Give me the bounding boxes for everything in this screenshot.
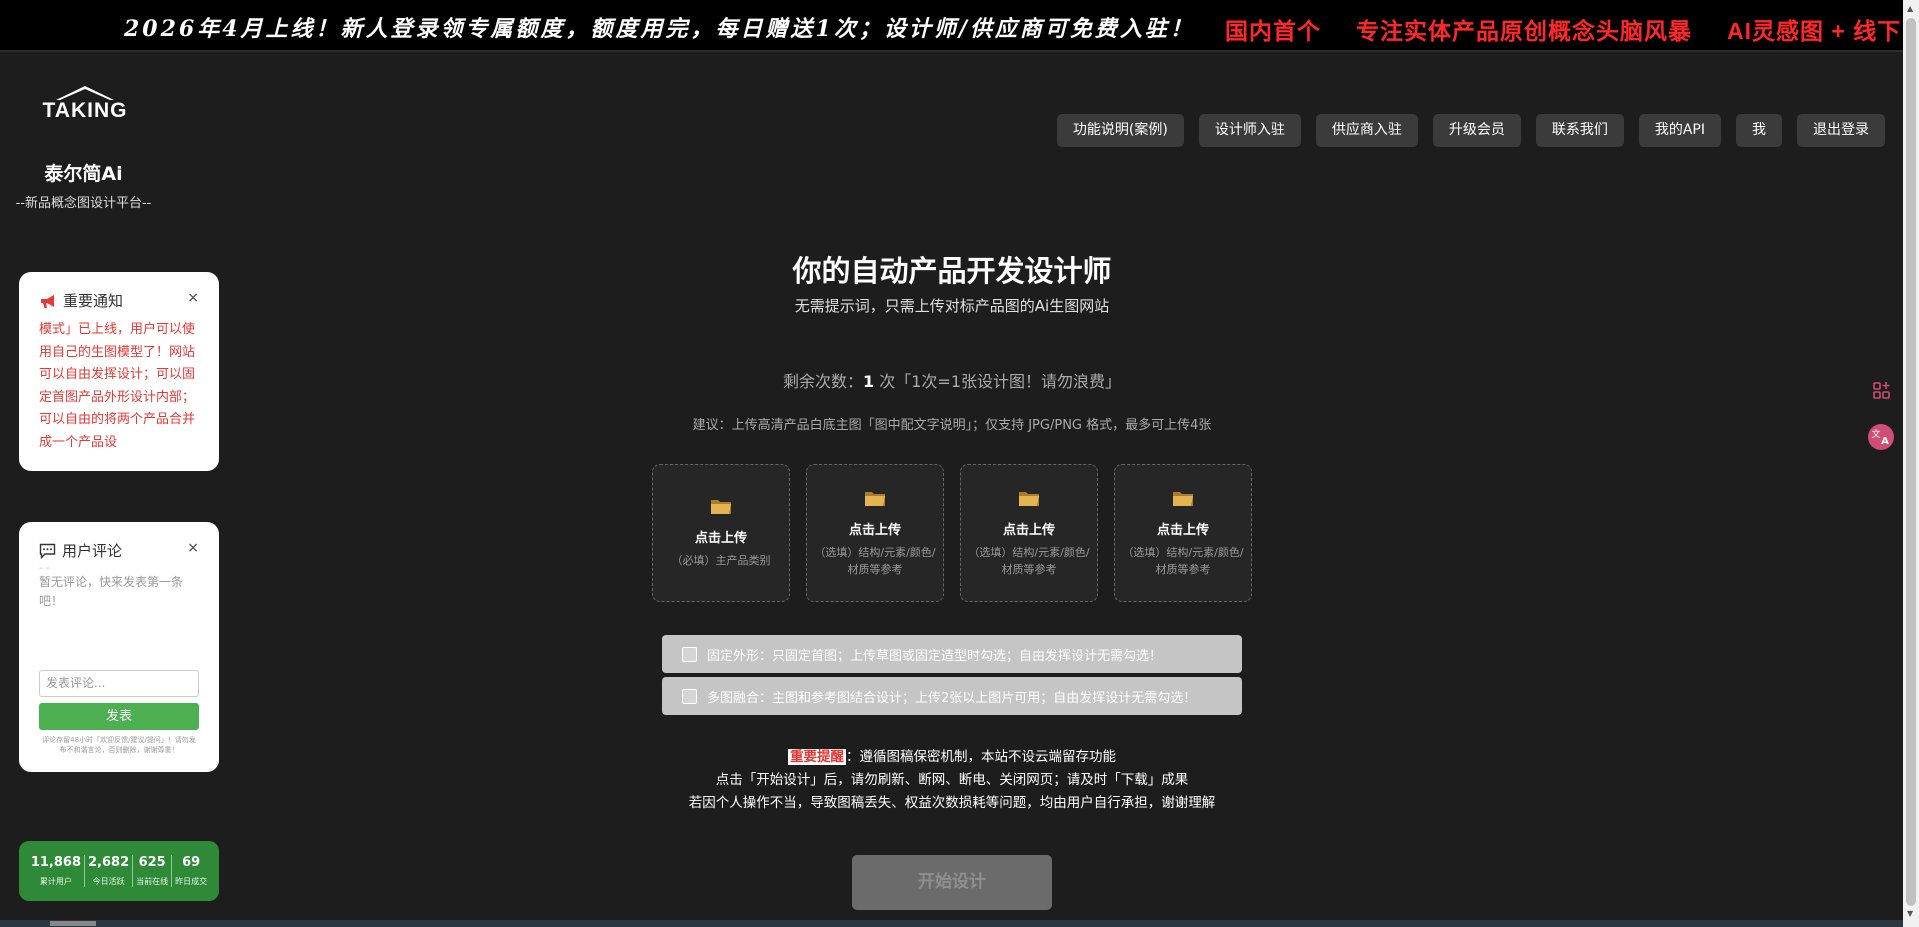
marquee-tag-first: 国内首个	[1225, 18, 1321, 44]
folder-icon	[1019, 491, 1039, 506]
brand-name: 泰尔简Ai	[44, 163, 123, 185]
scrollbar-thumb[interactable]	[1906, 18, 1916, 906]
stat-online-now: 625 当前在线	[133, 855, 173, 887]
reminder-badge: 重要提醒	[788, 749, 846, 765]
review-input[interactable]: 发表评论...	[39, 670, 199, 697]
nav-contact-button[interactable]: 联系我们	[1535, 114, 1624, 147]
upload-desc: （选填）结构/元素/颜色/材质等参考	[814, 545, 936, 576]
stat-total-users: 11,868 累计用户	[28, 855, 86, 887]
remaining-count: 1	[863, 372, 875, 391]
reminder-line-3: 若因个人操作不当，导致图稿丢失、权益次数损耗等问题，均由用户自行承担，谢谢理解	[688, 795, 1216, 811]
upload-label: 点击上传	[1156, 522, 1209, 538]
apps-icon[interactable]	[1868, 377, 1896, 405]
announcement-marquee: 2026年4月上线！新人登录领专属额度，额度用完，每日赠送1次；设计师/供应商可…	[0, 0, 1903, 52]
translate-icon[interactable]: 文 A	[1867, 423, 1895, 451]
upload-box-reference-1[interactable]: 点击上传 （选填）结构/元素/颜色/材质等参考	[806, 464, 944, 602]
brand-subtitle: --新品概念图设计平台--	[15, 196, 152, 211]
upload-hint: 建议：上传高清产品白底主图「图中配文字说明」；仅支持 JPG/PNG 格式，最多…	[692, 418, 1212, 433]
upload-label: 点击上传	[1002, 522, 1055, 538]
nav-me-button[interactable]: 我	[1736, 114, 1782, 147]
reminder-line-2: 点击「开始设计」后，请勿刷新、断网、断电、关闭网页；请及时「下载」成果	[715, 772, 1189, 788]
nav-designer-join-button[interactable]: 设计师入驻	[1198, 114, 1301, 147]
vertical-scrollbar[interactable]: ▲ ▼	[1903, 0, 1919, 927]
fixed-shape-checkbox[interactable]	[682, 646, 697, 662]
notice-body: 模式」已上线，用户可以使用自己的生图模型了！网站可以自由发挥设计；可以固定首图产…	[39, 322, 196, 449]
multi-image-checkbox[interactable]	[682, 688, 697, 704]
page-subtitle: 无需提示词，只需上传对标产品图的Ai生图网站	[794, 297, 1110, 315]
upload-desc: （必填）主产品类别	[671, 554, 771, 567]
fixed-shape-label: 固定外形：只固定首图；上传草图或固定造型时勾选；自由发挥设计无需勾选！	[707, 648, 1163, 664]
upload-desc: （选填）结构/元素/颜色/材质等参考	[1122, 545, 1244, 576]
stat-value: 69	[182, 855, 201, 870]
scroll-down-icon[interactable]: ▼	[1907, 909, 1913, 918]
upload-area: 点击上传 （必填）主产品类别 点击上传 （选填）结构/元素/颜色/材质等参考 点…	[652, 464, 1252, 602]
multi-image-label: 多图融合：主图和参考图结合设计；上传2张以上图片可用；自由发挥设计无需勾选！	[707, 690, 1197, 706]
review-empty-text: 暂无评论，快来发表第一条吧！	[39, 575, 184, 608]
nav-upgrade-button[interactable]: 升级会员	[1432, 114, 1521, 147]
taking-logo[interactable]: TAKING	[34, 86, 136, 120]
marquee-announcement: 2026年4月上线！新人登录领专属额度，额度用完，每日赠送1次；设计师/供应商可…	[124, 16, 1195, 42]
notice-close-icon[interactable]: ×	[187, 290, 199, 306]
horizontal-scrollbar[interactable]	[0, 920, 1903, 927]
stat-active-today: 2,682 今日活跃	[85, 855, 134, 887]
comment-icon	[39, 543, 56, 559]
stat-label: 当前在线	[136, 877, 169, 886]
stats-panel: 11,868 累计用户 2,682 今日活跃 625 当前在线 69 昨日成交	[19, 841, 219, 901]
stat-label: 累计用户	[39, 877, 72, 886]
review-divider: - -	[39, 563, 50, 574]
stat-value: 625	[138, 855, 166, 870]
reminder-line-1: 重要提醒 ：遵循图稿保密机制，本站不设云端留存功能	[560, 746, 1344, 769]
page-title: 你的自动产品开发设计师	[792, 254, 1112, 288]
review-close-icon[interactable]: ×	[187, 540, 199, 556]
fixed-shape-option[interactable]: 固定外形：只固定首图；上传草图或固定造型时勾选；自由发挥设计无需勾选！	[662, 635, 1242, 673]
notice-card: 重要通知 × 模式」已上线，用户可以使用自己的生图模型了！网站可以自由发挥设计；…	[19, 272, 219, 471]
marquee-tag-focus: 专注实体产品原创概念头脑风暴	[1356, 18, 1692, 44]
logo-text: TAKING	[43, 99, 128, 120]
upload-box-main[interactable]: 点击上传 （必填）主产品类别	[652, 464, 790, 602]
start-design-button[interactable]: 开始设计	[852, 855, 1052, 910]
upload-box-reference-2[interactable]: 点击上传 （选填）结构/元素/颜色/材质等参考	[960, 464, 1098, 602]
upload-label: 点击上传	[848, 522, 901, 538]
folder-icon	[865, 491, 885, 506]
nav-supplier-join-button[interactable]: 供应商入驻	[1315, 114, 1418, 147]
stat-value: 2,682	[88, 855, 130, 870]
upload-label: 点击上传	[694, 531, 747, 546]
notice-title: 重要通知	[63, 292, 124, 310]
folder-icon	[711, 500, 731, 514]
stat-label: 昨日成交	[175, 877, 208, 886]
scroll-up-icon[interactable]: ▲	[1907, 4, 1913, 13]
review-submit-button[interactable]: 发表	[39, 703, 199, 730]
marquee-tag-inspiration: AI灵感图 + 线下	[1727, 18, 1902, 44]
top-nav: 功能说明(案例) 设计师入驻 供应商入驻 升级会员 联系我们 我的API 我 退…	[1056, 114, 1885, 147]
stat-label: 今日活跃	[92, 877, 125, 886]
multi-image-option[interactable]: 多图融合：主图和参考图结合设计；上传2张以上图片可用；自由发挥设计无需勾选！	[662, 677, 1242, 715]
megaphone-icon	[41, 294, 54, 308]
stat-value: 11,868	[30, 855, 82, 870]
svg-text:A: A	[1881, 436, 1889, 447]
review-tip: 评论存留48小时「欢迎反馈/建议/提问」！请勿发布不和谐言论，否则删除，谢谢尊重…	[42, 736, 196, 754]
svg-text:文: 文	[1871, 428, 1880, 440]
remaining-credits: 剩余次数：1 次「1次=1张设计图！请勿浪费」	[640, 368, 1264, 392]
stat-yesterday-deals: 69 昨日成交	[172, 855, 210, 887]
review-card: 用户评论 × - - 暂无评论，快来发表第一条吧！ 发表评论... 发表 评论存…	[19, 522, 219, 772]
nav-my-api-button[interactable]: 我的API	[1638, 114, 1721, 147]
nav-logout-button[interactable]: 退出登录	[1797, 114, 1885, 147]
review-title: 用户评论	[62, 542, 123, 560]
important-reminder: 重要提醒 ：遵循图稿保密机制，本站不设云端留存功能 点击「开始设计」后，请勿刷新、…	[560, 746, 1344, 815]
remaining-prefix: 剩余次数：	[782, 372, 863, 391]
remaining-suffix: 次「1次=1张设计图！请勿浪费」	[874, 372, 1121, 391]
upload-desc: （选填）结构/元素/颜色/材质等参考	[968, 545, 1090, 576]
horizontal-scrollbar-thumb[interactable]	[50, 921, 96, 926]
folder-icon	[1173, 491, 1193, 506]
reminder-text-1: ：遵循图稿保密机制，本站不设云端留存功能	[846, 749, 1116, 765]
upload-box-reference-3[interactable]: 点击上传 （选填）结构/元素/颜色/材质等参考	[1114, 464, 1252, 602]
nav-feature-guide-button[interactable]: 功能说明(案例)	[1056, 114, 1184, 147]
